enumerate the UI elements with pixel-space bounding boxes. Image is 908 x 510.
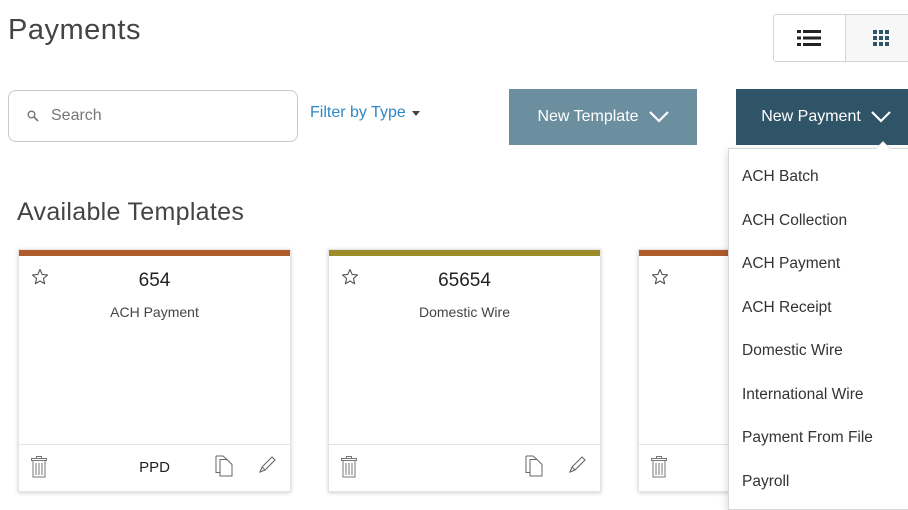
trash-icon[interactable] [651, 456, 667, 478]
filter-by-type-dropdown[interactable]: Filter by Type [310, 104, 420, 122]
caret-down-icon [411, 110, 420, 116]
new-template-button[interactable]: New Template [509, 89, 697, 145]
search-box[interactable] [8, 90, 298, 142]
filter-by-type-label: Filter by Type [310, 104, 406, 121]
pencil-icon[interactable] [257, 455, 277, 475]
search-input[interactable] [49, 106, 273, 126]
menu-item-domestic-wire[interactable]: Domestic Wire [729, 329, 908, 373]
template-number: 65654 [438, 270, 491, 291]
page-title: Payments [8, 14, 141, 46]
new-payment-label: New Payment [761, 108, 861, 125]
list-icon [797, 29, 822, 47]
new-payment-menu: ACH Batch ACH Collection ACH Payment ACH… [728, 141, 908, 510]
template-type: ACH Payment [110, 304, 199, 320]
menu-item-payroll[interactable]: Payroll [729, 460, 908, 504]
star-icon[interactable] [651, 268, 669, 286]
chevron-down-icon [648, 111, 669, 123]
template-card[interactable]: 65654 Domestic Wire [328, 249, 601, 492]
card-color-bar [329, 250, 600, 256]
trash-icon[interactable] [341, 456, 357, 478]
pencil-icon[interactable] [567, 455, 587, 475]
copy-icon[interactable] [524, 455, 544, 477]
menu-item-ach-payment[interactable]: ACH Payment [729, 242, 908, 286]
menu-item-payment-from-file[interactable]: Payment From File [729, 416, 908, 460]
card-color-bar [19, 250, 290, 256]
template-type: Domestic Wire [418, 304, 510, 320]
template-code: PPD [139, 459, 170, 476]
chevron-down-icon [871, 111, 891, 123]
copy-icon[interactable] [214, 455, 234, 477]
card-footer: PPD [19, 444, 290, 491]
new-template-label: New Template [537, 108, 639, 125]
template-number: 654 [138, 270, 171, 291]
menu-item-international-wire[interactable]: International Wire [729, 373, 908, 417]
menu-item-ach-batch[interactable]: ACH Batch [729, 155, 908, 199]
menu-item-ach-collection[interactable]: ACH Collection [729, 199, 908, 243]
menu-item-ach-receipt[interactable]: ACH Receipt [729, 286, 908, 330]
view-toggle [773, 14, 908, 62]
card-footer [329, 444, 600, 491]
list-view-button[interactable] [774, 15, 845, 61]
template-card[interactable]: 654 ACH Payment PPD [18, 249, 291, 492]
grid-icon [872, 30, 889, 46]
section-title: Available Templates [17, 198, 245, 226]
search-icon [27, 110, 39, 122]
new-payment-button[interactable]: New Payment [736, 89, 908, 145]
grid-view-button[interactable] [844, 15, 908, 61]
